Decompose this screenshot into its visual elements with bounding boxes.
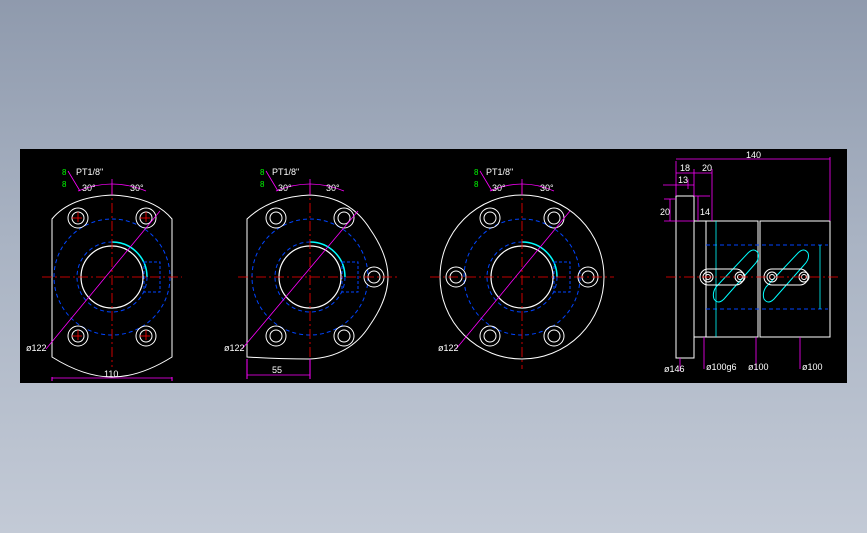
- side-view: 140 18 20 13 20 14 ø146 ø100g6 ø100 ø100: [660, 150, 840, 374]
- angle-right-2: 30°: [326, 183, 340, 193]
- width-label-2: 55: [272, 365, 282, 375]
- dia-tol-1-label: ø100: [748, 362, 769, 372]
- overall-length-label: 140: [746, 150, 761, 160]
- small-label-a2: 8: [260, 168, 265, 177]
- port-label-1: PT1/8": [76, 167, 103, 177]
- port-label-2: PT1/8": [272, 167, 299, 177]
- front-view-2: PT1/8" 30° 30° 8 8 ø122 55: [224, 167, 398, 379]
- small-label-b3: 8: [474, 180, 479, 189]
- dim-20-left-label: 20: [660, 207, 670, 217]
- angle-left-1: 30°: [82, 183, 96, 193]
- front-view-3: PT1/8" 30° 30° 8 8 ø122: [430, 167, 614, 369]
- angle-right-1: 30°: [130, 183, 144, 193]
- angle-left-3: 30°: [492, 183, 506, 193]
- small-label-a1: 8: [62, 168, 67, 177]
- dim-18-label: 18: [680, 163, 690, 173]
- pcd-label-3: ø122: [438, 343, 459, 353]
- dim-13-label: 13: [678, 175, 688, 185]
- dia-g6-label: ø100g6: [706, 362, 737, 372]
- small-label-b1: 8: [62, 180, 67, 189]
- pcd-label-1: ø122: [26, 343, 47, 353]
- angle-left-2: 30°: [278, 183, 292, 193]
- angle-right-3: 30°: [540, 183, 554, 193]
- small-label-b2: 8: [260, 180, 265, 189]
- front-view-1: PT1/8" 30° 30° 8 8 ø122 110: [26, 167, 182, 381]
- small-label-a3: 8: [474, 168, 479, 177]
- cad-drawing: PT1/8" 30° 30° 8 8 ø122 110 PT1/8" 30° 3…: [26, 150, 840, 381]
- dim-14-label: 14: [700, 207, 710, 217]
- dim-20-top-label: 20: [702, 163, 712, 173]
- cad-drawing-canvas: PT1/8" 30° 30° 8 8 ø122 110 PT1/8" 30° 3…: [20, 149, 847, 383]
- width-label-1: 110: [104, 369, 118, 379]
- pcd-label-2: ø122: [224, 343, 245, 353]
- dia-tol-2-label: ø100: [802, 362, 823, 372]
- flange-dia-label: ø146: [664, 364, 685, 374]
- port-label-3: PT1/8": [486, 167, 513, 177]
